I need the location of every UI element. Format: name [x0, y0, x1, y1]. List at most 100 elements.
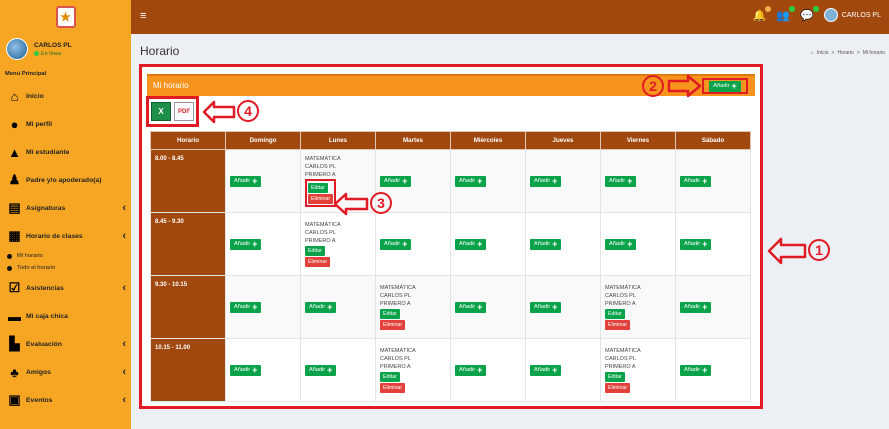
sidebar-item-asignaturas[interactable]: ▤ Asignaturas ‹	[0, 194, 131, 222]
delete-button[interactable]: Eliminar	[305, 257, 331, 267]
add-button[interactable]: Añadir +	[230, 175, 262, 187]
add-button[interactable]: Añadir +	[455, 364, 487, 376]
sidebar-subitem-mi-horario[interactable]: Mi horario	[0, 250, 131, 262]
add-button[interactable]: Añadir +	[305, 364, 337, 376]
button-label: Añadir	[384, 241, 401, 247]
button-label: Añadir	[534, 241, 551, 247]
button-label: Añadir	[609, 241, 626, 247]
add-button[interactable]: Añadir +	[680, 364, 712, 376]
column-header: Martes	[375, 131, 451, 150]
add-button[interactable]: Añadir +	[305, 301, 337, 313]
logo-icon: ★	[55, 6, 76, 28]
button-label: Añadir	[713, 83, 730, 89]
edit-button[interactable]: Editar	[605, 372, 625, 382]
delete-button[interactable]: Eliminar	[380, 320, 406, 330]
button-label: Añadir	[459, 367, 476, 373]
menu-toggle-icon[interactable]: ≡	[140, 10, 146, 22]
top-user-menu[interactable]: CARLOS PL	[823, 8, 881, 22]
pdf-export-button[interactable]: PDF	[174, 102, 194, 121]
delete-button[interactable]: Eliminar	[308, 194, 334, 204]
column-header: Lunes	[300, 131, 376, 150]
schedule-cell: Añadir +	[450, 338, 526, 402]
plus-icon: +	[552, 175, 558, 186]
add-button[interactable]: Añadir +	[605, 175, 637, 187]
sidebar-item-label: Mi caja chica	[26, 312, 68, 320]
button-label: Añadir	[684, 367, 701, 373]
add-button[interactable]: Añadir +	[455, 238, 487, 250]
sidebar-item-mi-caja-chica[interactable]: ▬ Mi caja chica	[0, 302, 131, 330]
teacher-name: CARLOS PL	[605, 356, 636, 362]
add-button[interactable]: Añadir +	[680, 238, 712, 250]
sidebar-item-label: Asignaturas	[26, 204, 66, 212]
delete-button[interactable]: Eliminar	[605, 383, 631, 393]
edit-button[interactable]: Editar	[380, 372, 400, 382]
schedule-cell: Añadir +	[675, 149, 751, 213]
button-label: Añadir	[684, 304, 701, 310]
schedule-cell: MATEMÁTICA CARLOS PL PRIMERO A Editar El…	[600, 338, 676, 402]
button-label: Añadir	[234, 178, 251, 184]
button-label: Añadir	[459, 178, 476, 184]
calendar-icon: ▦	[8, 228, 21, 243]
sidebar-item-mi-perfil[interactable]: ● Mi perfil	[0, 110, 131, 138]
add-button[interactable]: Añadir +	[530, 175, 562, 187]
edit-button[interactable]: Editar	[605, 309, 625, 319]
plus-icon: +	[477, 175, 483, 186]
plus-icon: +	[252, 238, 258, 249]
add-button[interactable]: Añadir +	[380, 175, 412, 187]
delete-button[interactable]: Eliminar	[605, 320, 631, 330]
notifications-bell-icon[interactable]: 🔔	[753, 5, 772, 22]
sidebar-subitem-todo-el-horario[interactable]: Todo el horario	[0, 262, 131, 274]
breadcrumb-item-current: Mi horario	[862, 50, 885, 56]
add-button[interactable]: Añadir +	[530, 238, 562, 250]
sidebar-item-eventos[interactable]: ▣ Eventos ‹	[0, 386, 131, 414]
left-arrow-icon	[767, 237, 807, 265]
edit-button[interactable]: Editar	[305, 246, 325, 256]
money-icon: ▬	[8, 308, 21, 324]
sidebar-item-amigos[interactable]: ♣ Amigos ‹	[0, 358, 131, 386]
breadcrumb-item[interactable]: Inicio	[817, 50, 829, 56]
add-button[interactable]: Añadir +	[230, 238, 262, 250]
messages-icon[interactable]: 💬	[800, 5, 819, 22]
add-button[interactable]: Añadir +	[455, 175, 487, 187]
sidebar-item-mi-estudiante[interactable]: ▲ Mi estudiante	[0, 138, 131, 166]
add-button[interactable]: Añadir +	[230, 301, 262, 313]
edit-button[interactable]: Editar	[308, 183, 328, 193]
button-label: Añadir	[234, 367, 251, 373]
add-button[interactable]: Añadir +	[605, 238, 637, 250]
schedule-cell: Añadir +	[225, 149, 301, 213]
edit-button[interactable]: Editar	[380, 309, 400, 319]
add-button[interactable]: Añadir +	[680, 301, 712, 313]
callout-number-4: 4	[237, 100, 259, 122]
top-user-name: CARLOS PL	[841, 11, 881, 19]
add-button[interactable]: Añadir +	[680, 175, 712, 187]
app-logo[interactable]: ★	[0, 0, 131, 34]
add-button[interactable]: Añadir +	[380, 238, 412, 250]
sidebar-item-padre-apoderado[interactable]: ♟ Padre y/o apoderado(a)	[0, 166, 131, 194]
delete-button[interactable]: Eliminar	[380, 383, 406, 393]
home-icon: ⌂	[10, 88, 19, 104]
sidebar-item-horario-de-clases[interactable]: ▦ Horario de clases ‹	[0, 222, 131, 250]
breadcrumb: ⌂ Inicio > Horario > Mi horario	[811, 50, 885, 56]
class-name: MATEMÁTICA	[305, 222, 341, 228]
add-button[interactable]: Añadir +	[455, 301, 487, 313]
plus-icon: +	[702, 301, 708, 312]
callout-number-2: 2	[642, 75, 664, 97]
breadcrumb-item[interactable]: Horario	[837, 50, 853, 56]
plus-icon: +	[702, 175, 708, 186]
sidebar-item-label: Horario de clases	[26, 232, 83, 240]
home-icon: ⌂	[810, 50, 814, 56]
add-button[interactable]: Añadir +	[530, 301, 562, 313]
evaluation-icon: ▙	[9, 336, 20, 351]
add-schedule-button[interactable]: Añadir +	[709, 80, 741, 92]
plus-icon: +	[402, 175, 408, 186]
add-button[interactable]: Añadir +	[230, 364, 262, 376]
sidebar-item-asistencias[interactable]: ☑ Asistencias ‹	[0, 274, 131, 302]
excel-export-button[interactable]: X	[151, 102, 171, 121]
add-button[interactable]: Añadir +	[530, 364, 562, 376]
friend-requests-icon[interactable]: 👥	[776, 5, 795, 22]
table-row: 8.45 - 9.30 Añadir + MATEMÁTICA CARLOS PL…	[150, 212, 751, 276]
sidebar-item-inicio[interactable]: ⌂ Inicio	[0, 82, 131, 110]
column-header: Viernes	[600, 131, 676, 150]
sidebar-item-evaluacion[interactable]: ▙ Evaluación ‹	[0, 330, 131, 358]
schedule-cell: Añadir +	[675, 275, 751, 339]
